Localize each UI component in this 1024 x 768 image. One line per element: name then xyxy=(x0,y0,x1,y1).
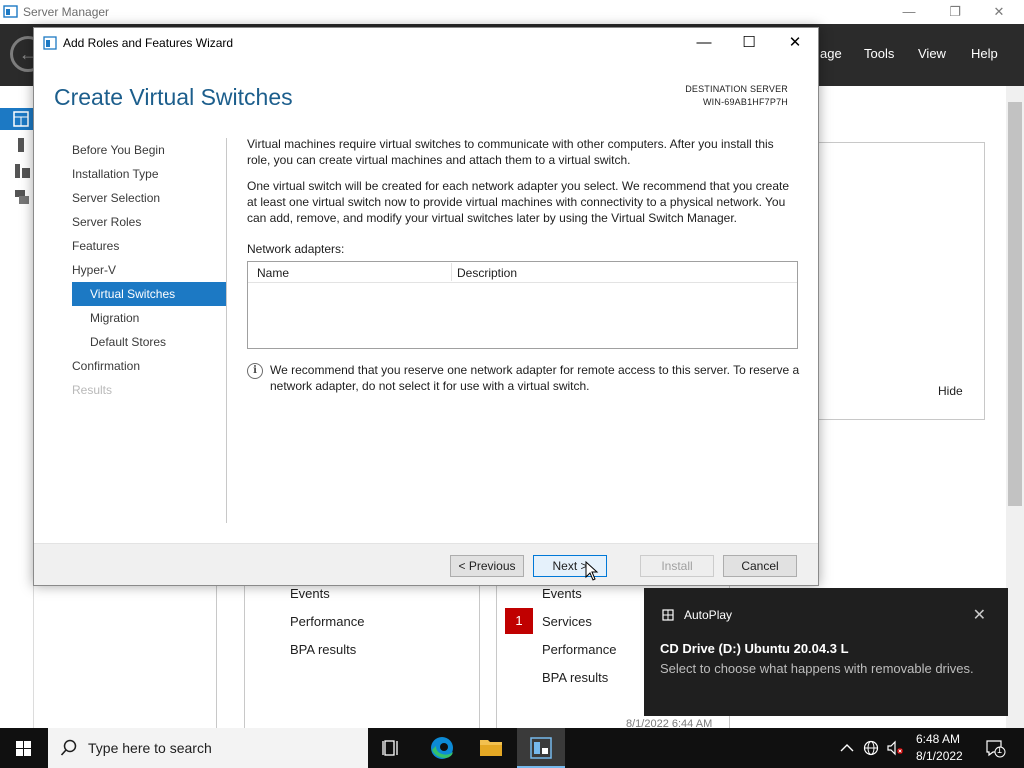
tile-item-bpa-results[interactable]: BPA results xyxy=(290,642,356,657)
menu-manage[interactable]: age xyxy=(820,46,842,61)
menu-help[interactable]: Help xyxy=(971,46,998,61)
action-center-icon[interactable]: 1 xyxy=(984,738,1006,758)
hide-link[interactable]: Hide xyxy=(938,384,963,398)
speaker-muted-icon[interactable] xyxy=(886,738,904,758)
wizard-step-server-roles[interactable]: Server Roles xyxy=(72,210,226,234)
clock-date[interactable]: 8/1/2022 xyxy=(916,749,963,763)
file-storage-icon[interactable] xyxy=(0,186,34,208)
close-button[interactable]: ✕ xyxy=(976,0,1022,24)
local-server-icon[interactable] xyxy=(0,134,34,156)
wizard-title: Add Roles and Features Wizard xyxy=(63,36,234,50)
wizard-step-hyper-v[interactable]: Hyper-V xyxy=(72,258,226,282)
taskbar-edge[interactable] xyxy=(418,728,466,768)
dashboard-icon[interactable] xyxy=(0,108,34,130)
server-manager-nav-strip xyxy=(0,86,34,728)
tile-item-events[interactable]: Events xyxy=(290,586,330,601)
folder-icon xyxy=(480,740,502,756)
taskbar-file-explorer[interactable] xyxy=(467,728,515,768)
toast-title: CD Drive (D:) Ubuntu 20.04.3 L xyxy=(660,641,849,656)
start-button[interactable] xyxy=(0,728,48,768)
server-manager-title: Server Manager xyxy=(23,5,110,19)
column-header-description[interactable]: Description xyxy=(457,265,517,281)
menu-tools[interactable]: Tools xyxy=(864,46,894,61)
list-header: Name Description xyxy=(248,262,797,283)
destination-server-label: DESTINATION SERVER xyxy=(685,84,788,94)
tile-item-performance[interactable]: Performance xyxy=(542,642,616,657)
toast-app-name: AutoPlay xyxy=(684,608,733,622)
column-separator[interactable] xyxy=(451,263,452,281)
recommendation-paragraph: One virtual switch will be created for e… xyxy=(247,179,790,225)
alert-count-badge: 1 xyxy=(505,608,533,634)
taskbar-server-manager[interactable] xyxy=(517,728,565,768)
nav-divider xyxy=(226,138,227,523)
server-manager-icon xyxy=(3,5,18,18)
wizard-step-default-stores[interactable]: Default Stores xyxy=(72,330,226,354)
wizard-step-confirmation[interactable]: Confirmation xyxy=(72,354,226,378)
cancel-button[interactable]: Cancel xyxy=(723,555,797,577)
page-title: Create Virtual Switches xyxy=(54,84,293,110)
chevron-up-icon[interactable] xyxy=(838,738,856,758)
wizard-step-before-you-begin[interactable]: Before You Begin xyxy=(72,138,226,162)
wizard-close-button[interactable]: ✕ xyxy=(772,28,818,58)
install-button[interactable]: Install xyxy=(640,555,714,577)
search-icon xyxy=(60,739,77,756)
wizard-step-server-selection[interactable]: Server Selection xyxy=(72,186,226,210)
server-manager-titlebar: Server Manager — ❐ ✕ xyxy=(0,0,1024,24)
minimize-button[interactable]: — xyxy=(886,0,932,24)
wizard-footer: < Previous Next > Install Cancel xyxy=(34,543,818,585)
column-header-name[interactable]: Name xyxy=(257,265,289,281)
wizard-app-icon xyxy=(43,36,57,50)
taskbar: Type here to search 6:48 AM 8/1/2022 1 xyxy=(0,728,1024,768)
wizard-step-installation-type[interactable]: Installation Type xyxy=(72,162,226,186)
search-placeholder: Type here to search xyxy=(88,740,212,756)
info-text: We recommend that you reserve one networ… xyxy=(270,363,800,393)
previous-button[interactable]: < Previous xyxy=(450,555,524,577)
tile-item-bpa-results[interactable]: BPA results xyxy=(542,670,608,685)
menu-view[interactable]: View xyxy=(918,46,946,61)
mouse-cursor-icon xyxy=(585,561,599,581)
network-adapters-list[interactable]: Name Description xyxy=(247,261,798,349)
wizard-titlebar[interactable]: Add Roles and Features Wizard — ☐ ✕ xyxy=(34,28,818,58)
all-servers-icon[interactable] xyxy=(0,160,34,182)
taskbar-search-box[interactable]: Type here to search xyxy=(48,728,368,768)
wizard-maximize-button[interactable]: ☐ xyxy=(726,28,772,58)
wizard-step-virtual-switches[interactable]: Virtual Switches xyxy=(72,282,226,306)
restore-button[interactable]: ❐ xyxy=(932,0,978,24)
add-roles-wizard-dialog: Add Roles and Features Wizard — ☐ ✕ Crea… xyxy=(33,27,819,586)
tile-item-performance[interactable]: Performance xyxy=(290,614,364,629)
edge-browser-icon xyxy=(431,737,453,759)
destination-server-value: WIN-69AB1HF7P7H xyxy=(702,97,788,107)
divider xyxy=(216,586,217,728)
network-adapters-label: Network adapters: xyxy=(247,242,345,256)
windows-logo-icon xyxy=(16,741,31,756)
scrollbar-thumb[interactable] xyxy=(1008,102,1022,506)
server-manager-taskbar-icon xyxy=(530,737,552,759)
wizard-minimize-button[interactable]: — xyxy=(681,28,727,58)
intro-paragraph: Virtual machines require virtual switche… xyxy=(247,137,774,167)
network-globe-icon[interactable] xyxy=(862,738,880,758)
clock-time[interactable]: 6:48 AM xyxy=(916,732,960,746)
toast-body: Select to choose what happens with remov… xyxy=(660,661,974,676)
task-view-icon xyxy=(382,740,398,756)
tile-item-services[interactable]: Services xyxy=(542,614,592,629)
welcome-panel xyxy=(818,142,985,420)
tile-item-events[interactable]: Events xyxy=(542,586,582,601)
info-icon: i xyxy=(247,363,263,379)
autoplay-notification[interactable]: AutoPlay ✕ CD Drive (D:) Ubuntu 20.04.3 … xyxy=(644,588,1008,716)
task-view-button[interactable] xyxy=(368,728,416,768)
notification-count: 1 xyxy=(997,745,1003,755)
wizard-step-migration[interactable]: Migration xyxy=(72,306,226,330)
server-tile-left: Events Performance BPA results xyxy=(244,586,480,728)
autoplay-icon xyxy=(662,609,674,621)
wizard-step-features[interactable]: Features xyxy=(72,234,226,258)
wizard-step-results: Results xyxy=(72,383,113,397)
toast-close-icon[interactable]: ✕ xyxy=(973,605,986,625)
